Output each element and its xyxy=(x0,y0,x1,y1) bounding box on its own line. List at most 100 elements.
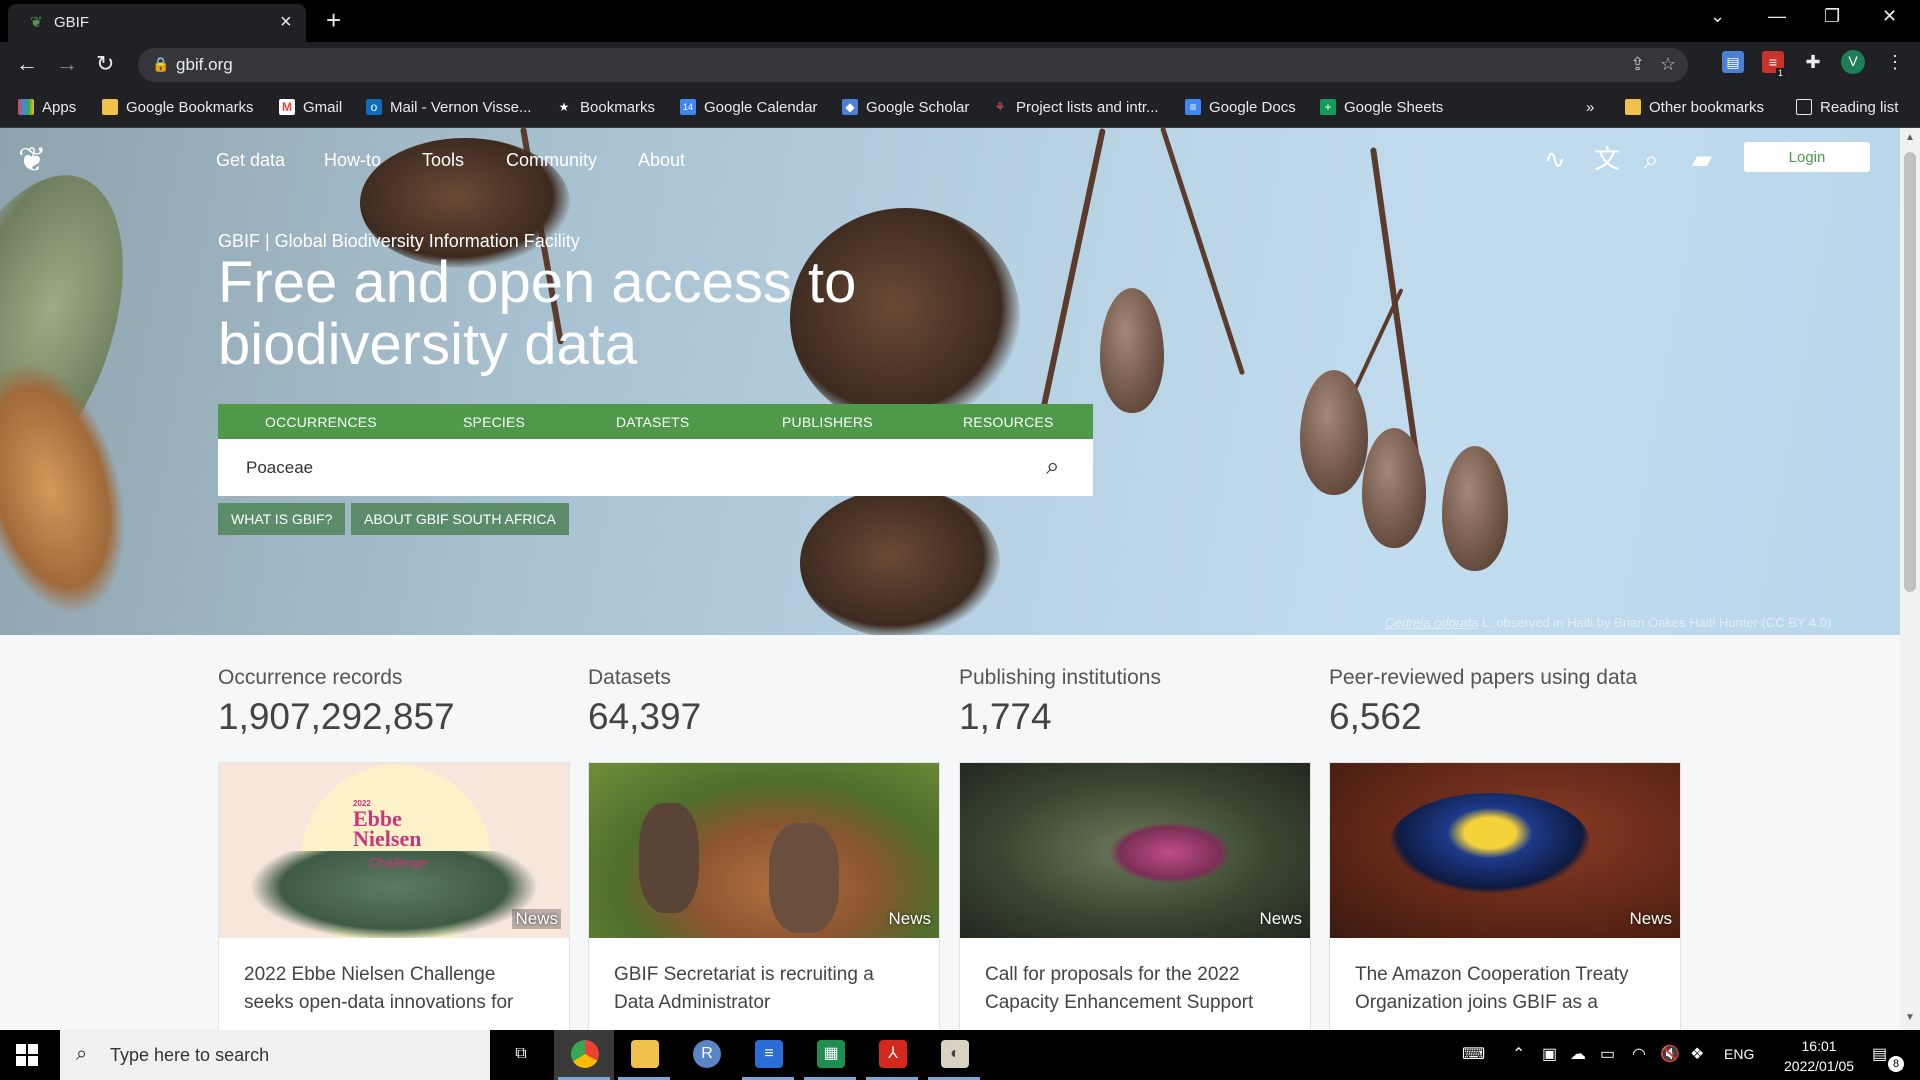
nav-community[interactable]: Community xyxy=(506,150,597,171)
wifi-icon[interactable]: ◠ xyxy=(1632,1044,1646,1064)
bookmark-label: Google Docs xyxy=(1209,98,1296,116)
news-card[interactable]: News The Amazon Cooperation Treaty Organ… xyxy=(1329,762,1681,1030)
lock-icon[interactable]: 🔒 xyxy=(152,56,169,73)
news-card-title[interactable]: GBIF Secretariat is recruiting a Data Ad… xyxy=(614,961,919,1017)
bookmarks-overflow[interactable]: » xyxy=(1586,96,1594,118)
browser-tab[interactable]: ❦ GBIF × xyxy=(8,4,306,42)
bookmark-google-calendar[interactable]: 14 Google Calendar xyxy=(680,96,817,118)
bookmark-google-scholar[interactable]: ◆ Google Scholar xyxy=(842,96,969,118)
what-is-gbif-button[interactable]: WHAT IS GBIF? xyxy=(218,503,346,535)
search-input[interactable] xyxy=(218,439,1018,496)
nav-about[interactable]: About xyxy=(638,150,685,171)
bookmark-star-icon[interactable]: ☆ xyxy=(1660,54,1676,75)
extensions-puzzle-icon[interactable]: ✚ xyxy=(1802,51,1824,73)
profile-avatar[interactable]: V xyxy=(1841,50,1865,74)
chrome-menu-icon[interactable]: ⋮ xyxy=(1884,51,1906,73)
about-gbif-south-africa-button[interactable]: ABOUT GBIF SOUTH AFRICA xyxy=(351,503,569,535)
taskbar-search[interactable]: ⌕ Type here to search xyxy=(60,1030,490,1080)
docs-icon: ≡ xyxy=(1185,99,1201,115)
windows-taskbar: ⌕ Type here to search ⧉ R ≡ ▦ ⅄ ◐ ⌨ ⌃ ▣ … xyxy=(0,1030,1920,1080)
news-card[interactable]: News GBIF Secretariat is recruiting a Da… xyxy=(588,762,940,1030)
scrollbar-thumb[interactable] xyxy=(1904,152,1916,592)
scroll-up-icon[interactable]: ▲ xyxy=(1905,132,1915,143)
bookmark-google-sheets[interactable]: + Google Sheets xyxy=(1320,96,1443,118)
reload-icon[interactable]: ↻ xyxy=(96,52,114,76)
share-icon[interactable]: ⇪ xyxy=(1630,54,1645,75)
tab-species[interactable]: SPECIES xyxy=(463,414,525,430)
news-card-title[interactable]: 2022 Ebbe Nielsen Challenge seeks open-d… xyxy=(244,961,549,1017)
page-scrollbar[interactable]: ▲ ▼ xyxy=(1900,128,1920,1030)
photo-credit[interactable]: Cedrela odorata L. observed in Haiti by … xyxy=(1385,615,1831,630)
news-card-title[interactable]: The Amazon Cooperation Treaty Organizati… xyxy=(1355,961,1660,1017)
search-icon[interactable]: ⌕ xyxy=(1644,144,1659,174)
news-card[interactable]: 2022 Ebbe Nielsen Challenge News 2022 Ebb… xyxy=(218,762,570,1030)
taskbar-clock[interactable]: 16:01 2022/01/05 xyxy=(1784,1036,1854,1076)
close-window-icon[interactable]: ✕ xyxy=(1882,6,1897,27)
stat-papers: Peer-reviewed papers using data 6,562 xyxy=(1329,666,1637,738)
taskbar-r[interactable]: R xyxy=(676,1030,736,1080)
new-tab-icon[interactable]: + xyxy=(326,5,341,36)
login-button[interactable]: Login xyxy=(1744,142,1870,172)
tab-occurrences[interactable]: OCCURRENCES xyxy=(265,414,377,430)
nav-how-to[interactable]: How-to xyxy=(324,150,381,171)
translate-icon[interactable]: 文 xyxy=(1594,144,1620,174)
windows-start-icon[interactable] xyxy=(16,1044,38,1066)
tab-search-icon[interactable]: ⌄ xyxy=(1710,6,1725,27)
task-view-button[interactable]: ⧉ xyxy=(490,1030,550,1080)
address-bar[interactable]: 🔒 gbif.org ⇪ ☆ xyxy=(138,48,1688,82)
tab-resources[interactable]: RESOURCES xyxy=(963,414,1053,430)
credit-species[interactable]: Cedrela odorata xyxy=(1385,615,1478,630)
language-indicator[interactable]: ENG xyxy=(1724,1046,1754,1062)
taskbar-acrobat[interactable]: ⅄ xyxy=(862,1030,922,1080)
tab-publishers[interactable]: PUBLISHERS xyxy=(782,414,873,430)
notifications-icon[interactable]: ▤ xyxy=(1872,1044,1887,1064)
restore-icon[interactable]: ❐ xyxy=(1824,6,1840,27)
news-card-title[interactable]: Call for proposals for the 2022 Capacity… xyxy=(985,961,1290,1017)
bookmark-project-lists[interactable]: ⚘ Project lists and intr... xyxy=(992,96,1159,118)
volume-muted-icon[interactable]: 🔇 xyxy=(1660,1044,1680,1064)
taskbar-excel[interactable]: ▦ xyxy=(800,1030,860,1080)
nav-tools[interactable]: Tools xyxy=(422,150,464,171)
bookmark-mail[interactable]: o Mail - Vernon Visse... xyxy=(366,96,531,118)
other-bookmarks[interactable]: Other bookmarks xyxy=(1625,96,1764,118)
taskbar-word[interactable]: ≡ xyxy=(738,1030,798,1080)
minimize-icon[interactable]: — xyxy=(1768,6,1786,27)
docs-extension-icon[interactable]: ▤ xyxy=(1722,51,1744,73)
bookmark-label: Google Sheets xyxy=(1344,98,1444,116)
news-card-image xyxy=(589,763,939,938)
forward-icon[interactable]: → xyxy=(56,52,78,76)
bookmark-label: Reading list xyxy=(1820,98,1899,116)
search-submit-icon[interactable]: ⌕ xyxy=(1046,453,1059,481)
meet-icon[interactable]: ▣ xyxy=(1542,1044,1557,1064)
bookmark-bookmarks[interactable]: ★ Bookmarks xyxy=(556,96,655,118)
bookmark-google-bookmarks[interactable]: Google Bookmarks xyxy=(102,96,254,118)
back-icon[interactable]: ← xyxy=(16,52,38,76)
news-card[interactable]: News Call for proposals for the 2022 Cap… xyxy=(959,762,1311,1030)
activity-icon[interactable]: ∿ xyxy=(1544,144,1566,174)
gbif-favicon-icon: ❦ xyxy=(30,14,43,31)
tab-datasets[interactable]: DATASETS xyxy=(616,414,689,430)
taskbar-paint[interactable]: ◐ xyxy=(924,1030,984,1080)
show-hidden-icons-chevron-icon[interactable]: ⌃ xyxy=(1512,1044,1525,1064)
bookmark-google-docs[interactable]: ≡ Google Docs xyxy=(1185,96,1296,118)
close-tab-icon[interactable]: × xyxy=(280,11,292,34)
onedrive-icon[interactable]: ☁ xyxy=(1570,1044,1586,1064)
dropbox-icon[interactable]: ❖ xyxy=(1690,1044,1704,1064)
bookmark-apps[interactable]: Apps xyxy=(18,96,76,118)
feedback-icon[interactable]: ▰ xyxy=(1692,144,1712,174)
taskbar-chrome[interactable] xyxy=(554,1030,614,1080)
stat-label: Publishing institutions xyxy=(959,666,1161,689)
battery-icon[interactable]: ▭ xyxy=(1600,1044,1615,1064)
branch-decor xyxy=(1037,128,1106,423)
card-image-subtitle: Challenge xyxy=(369,855,428,870)
taskbar-explorer[interactable] xyxy=(614,1030,674,1080)
keyboard-icon[interactable]: ⌨ xyxy=(1462,1044,1485,1064)
apps-grid-icon xyxy=(18,99,34,115)
gbif-logo-icon[interactable]: ❦ xyxy=(18,140,58,180)
paint-palette-icon: ◐ xyxy=(941,1040,969,1068)
reading-list[interactable]: Reading list xyxy=(1796,96,1898,118)
branch-decor xyxy=(1160,128,1246,376)
bookmark-gmail[interactable]: M Gmail xyxy=(279,96,342,118)
scroll-down-icon[interactable]: ▼ xyxy=(1905,1012,1915,1023)
nav-get-data[interactable]: Get data xyxy=(216,150,285,171)
